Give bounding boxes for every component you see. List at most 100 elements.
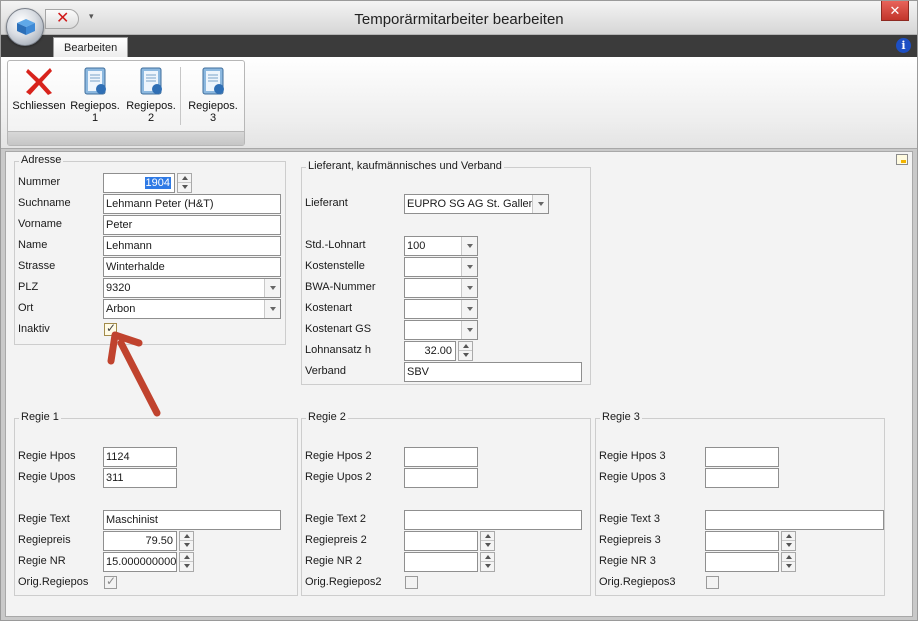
adresse-legend: Adresse [19, 154, 64, 166]
name-label: Name [18, 239, 48, 251]
regie1-group: Regie 1 Regie Hpos 1124 Regie Upos 311 R… [14, 411, 298, 596]
verband-label: Verband [305, 365, 346, 377]
regiepos2-label-line2: 2 [147, 112, 155, 124]
kostenart-gs-combo[interactable] [404, 320, 478, 340]
lieferant-value: EUPRO SG AG St. Gallen,I [407, 198, 541, 210]
chevron-down-icon[interactable] [264, 279, 280, 297]
regie3-upos-input[interactable] [705, 468, 779, 488]
window-close-button[interactable]: ✕ [881, 1, 909, 21]
regie3-text-label: Regie Text 3 [599, 513, 660, 525]
info-icon[interactable]: i [896, 38, 911, 53]
kostenart-combo[interactable] [404, 299, 478, 319]
inaktiv-checkbox[interactable]: ✓ [104, 321, 117, 336]
lieferant-combo[interactable]: EUPRO SG AG St. Gallen,I [404, 194, 549, 214]
nummer-spinner[interactable] [177, 173, 192, 193]
chevron-down-icon[interactable] [461, 279, 477, 297]
regie2-orig-checkbox[interactable] [405, 576, 418, 589]
kostenart-gs-label: Kostenart GS [305, 323, 372, 335]
regie2-group: Regie 2 Regie Hpos 2 Regie Upos 2 Regie … [301, 411, 591, 596]
lieferant-label: Lieferant [305, 197, 348, 209]
regie3-legend: Regie 3 [600, 411, 642, 423]
ribbon-panel: Schliessen Regiepos. 1 Regiepos. 2 Regie… [1, 57, 917, 149]
regie3-preis-spinner[interactable] [781, 531, 796, 551]
regie1-upos-input[interactable]: 311 [103, 468, 177, 488]
strasse-label: Strasse [18, 260, 56, 272]
ort-value: Arbon [106, 303, 136, 315]
regie3-hpos-label: Regie Hpos 3 [599, 450, 666, 462]
regie1-orig-checkbox[interactable]: ✓ [104, 574, 117, 589]
regie2-hpos-input[interactable] [404, 447, 478, 467]
regie3-nr-label: Regie NR 3 [599, 555, 656, 567]
chevron-down-icon[interactable] [532, 195, 548, 213]
regie2-text-label: Regie Text 2 [305, 513, 366, 525]
regie1-nr-input[interactable]: 15.000000000 [103, 552, 177, 572]
application-menu-button[interactable] [6, 8, 44, 46]
lohnansatz-label: Lohnansatz h [305, 344, 372, 356]
vorname-input[interactable]: Peter [103, 215, 281, 235]
regiepos1-label-line1: Regiepos. [70, 100, 120, 112]
regie3-text-input[interactable] [705, 510, 884, 530]
regiepos3-label-line2: 3 [209, 112, 217, 124]
regie2-preis-input[interactable] [404, 531, 478, 551]
nummer-field[interactable]: 1904 [103, 173, 175, 193]
lohnansatz-input[interactable]: 32.00 [404, 341, 456, 361]
regie2-nr-spinner[interactable] [480, 552, 495, 572]
regie2-nr-input[interactable] [404, 552, 478, 572]
regiepos2-button[interactable]: Regiepos. 2 [123, 63, 179, 131]
ort-label: Ort [18, 302, 34, 314]
regie3-preis-input[interactable] [705, 531, 779, 551]
kostenstelle-label: Kostenstelle [305, 260, 365, 272]
plz-value: 9320 [106, 282, 131, 294]
nummer-label: Nummer [18, 176, 61, 188]
regiepos1-label-line2: 1 [91, 112, 99, 124]
strasse-input[interactable]: Winterhalde [103, 257, 281, 277]
plz-combo[interactable]: 9320 [103, 278, 281, 298]
ort-combo[interactable]: Arbon [103, 299, 281, 319]
regie2-text-input[interactable] [404, 510, 582, 530]
verband-input[interactable]: SBV [404, 362, 582, 382]
pin-icon[interactable] [896, 154, 908, 165]
regie1-upos-label: Regie Upos [18, 471, 76, 483]
regie1-hpos-input[interactable]: 1124 [103, 447, 177, 467]
lohnansatz-spinner[interactable] [458, 341, 473, 361]
regiepos3-label-line1: Regiepos. [188, 100, 238, 112]
chevron-down-icon[interactable] [461, 258, 477, 276]
regie1-text-label: Regie Text [18, 513, 70, 525]
bwa-label: BWA-Nummer [305, 281, 376, 293]
name-input[interactable]: Lehmann [103, 236, 281, 256]
inaktiv-label: Inaktiv [18, 323, 50, 335]
form-content: Adresse Nummer 1904 Suchname Lehmann Pet… [5, 151, 913, 617]
close-x-icon [26, 68, 52, 95]
regiepos1-button[interactable]: Regiepos. 1 [68, 63, 122, 131]
regie1-hpos-label: Regie Hpos [18, 450, 76, 462]
regie1-preis-spinner[interactable] [179, 531, 194, 551]
regie1-nr-spinner[interactable] [179, 552, 194, 572]
regie1-text-input[interactable]: Maschinist [103, 510, 281, 530]
chevron-down-icon[interactable] [461, 300, 477, 318]
chevron-down-icon[interactable] [264, 300, 280, 318]
chevron-down-icon[interactable] [461, 321, 477, 339]
regie2-upos-input[interactable] [404, 468, 478, 488]
regie3-preis-label: Regiepreis 3 [599, 534, 661, 546]
regie1-preis-input[interactable]: 79.50 [103, 531, 177, 551]
regiepos2-label-line1: Regiepos. [126, 100, 176, 112]
suchname-input[interactable]: Lehmann Peter (H&T) [103, 194, 281, 214]
regie1-nr-label: Regie NR [18, 555, 66, 567]
regie3-nr-input[interactable] [705, 552, 779, 572]
lieferant-group: Lieferant, kaufmännisches und Verband Li… [301, 160, 591, 385]
regiepos3-button[interactable]: Regiepos. 3 [184, 63, 242, 131]
tab-bearbeiten[interactable]: Bearbeiten [53, 37, 129, 58]
schliessen-button[interactable]: Schliessen [11, 63, 67, 131]
regie2-preis-spinner[interactable] [480, 531, 495, 551]
lieferant-legend: Lieferant, kaufmännisches und Verband [306, 160, 504, 172]
chevron-down-icon[interactable] [461, 237, 477, 255]
kostenart-label: Kostenart [305, 302, 353, 314]
regie3-nr-spinner[interactable] [781, 552, 796, 572]
lohnart-combo[interactable]: 100 [404, 236, 478, 256]
regie3-hpos-input[interactable] [705, 447, 779, 467]
regie2-nr-label: Regie NR 2 [305, 555, 362, 567]
kostenstelle-combo[interactable] [404, 257, 478, 277]
app-window: ✕ ▾ Temporärmitarbeiter bearbeiten ✕ Bea… [0, 0, 918, 621]
regie3-orig-checkbox[interactable] [706, 576, 719, 589]
bwa-combo[interactable] [404, 278, 478, 298]
